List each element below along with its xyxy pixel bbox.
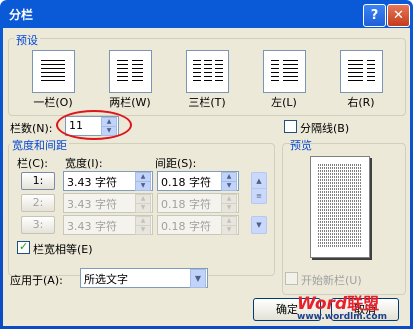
column-1-width-value: 3.43 字符 [67,176,117,189]
dialog-window: 分栏 ? ✕ 预设 一栏(O) 两栏(W) 三栏(T) 左(L) 右(R) 栏数… [0,0,413,329]
title-bar: 分栏 ? ✕ [0,0,413,28]
preset-right[interactable] [340,50,383,93]
chevron-down-icon[interactable]: ▼ [190,269,206,288]
new-column-label: 开始新栏(U) [301,274,362,287]
column-3-button: 3: [21,216,55,234]
highlight-ellipse [56,110,132,140]
column-1-width[interactable]: 3.43 字符 ▲ ▼ [63,171,153,191]
column-1-spacing-value: 0.18 字符 [161,176,211,189]
column-2-width-value: 3.43 字符 [67,198,117,211]
watermark-url: www.wordlm.com [297,312,387,322]
preset-three-columns-label: 三栏(T) [188,96,226,109]
help-button[interactable]: ? [363,4,386,27]
spin-down-icon[interactable]: ▼ [135,181,151,191]
preset-two-columns-label: 两栏(W) [109,96,151,109]
dialog-body: 预设 一栏(O) 两栏(W) 三栏(T) 左(L) 右(R) 栏数(N): 11… [3,28,410,326]
apply-to-label: 应用于(A): [10,274,63,287]
column-1-spacing[interactable]: 0.18 字符 ▲ ▼ [157,171,239,191]
width-spacing-group-label: 宽度和间距 [10,137,69,153]
columns-label: 栏数(N): [10,122,53,135]
preview-columns [318,164,362,247]
column-2-spacing-value: 0.18 字符 [161,198,211,211]
spin-down-icon: ▼ [221,225,237,235]
preset-left-label: 左(L) [271,96,297,109]
line-between-label: 分隔线(B) [300,122,350,135]
preset-two-columns[interactable] [109,50,152,93]
apply-to-select[interactable]: 所选文字 ▼ [80,268,208,288]
watermark-cn: 联盟 [347,294,380,313]
preset-right-label: 右(R) [347,96,375,109]
spin-down-icon: ▼ [135,203,151,213]
preset-three-columns[interactable] [186,50,229,93]
scroll-down-icon[interactable]: ▼ [251,216,267,234]
preset-left[interactable] [263,50,306,93]
line-between-checkbox[interactable] [284,120,297,133]
presets-group-label: 预设 [14,32,40,48]
spin-down-icon: ▼ [135,225,151,235]
new-column-checkbox [285,272,298,285]
column-3-spacing: 0.18 字符 ▲ ▼ [157,215,239,235]
col-header: 栏(C): [17,157,48,170]
preset-one-column-label: 一栏(O) [33,96,73,109]
scrollbar-thumb[interactable]: ≡ [251,188,267,204]
spin-down-icon: ▼ [221,203,237,213]
column-2-spacing: 0.18 字符 ▲ ▼ [157,193,239,213]
column-3-spacing-value: 0.18 字符 [161,220,211,233]
width-header: 宽度(I): [65,157,103,170]
preset-one-column[interactable] [32,50,75,93]
column-3-width: 3.43 字符 ▲ ▼ [63,215,153,235]
check-mark-icon: ✓ [19,240,29,253]
column-1-button[interactable]: 1: [21,172,55,190]
equal-width-label: 栏宽相等(E) [33,243,93,256]
column-2-button: 2: [21,194,55,212]
close-button[interactable]: ✕ [387,4,410,27]
apply-to-value: 所选文字 [84,273,128,286]
watermark-word: Word [297,294,348,314]
spin-down-icon[interactable]: ▼ [221,181,237,191]
spacing-header: 间距(S): [155,157,197,170]
column-3-width-value: 3.43 字符 [67,220,117,233]
preview-page [310,156,370,258]
column-2-width: 3.43 字符 ▲ ▼ [63,193,153,213]
dialog-title: 分栏 [9,8,34,22]
watermark-logo: Word联盟 www.wordlm.com [297,290,387,322]
equal-width-checkbox[interactable]: ✓ [17,240,30,254]
